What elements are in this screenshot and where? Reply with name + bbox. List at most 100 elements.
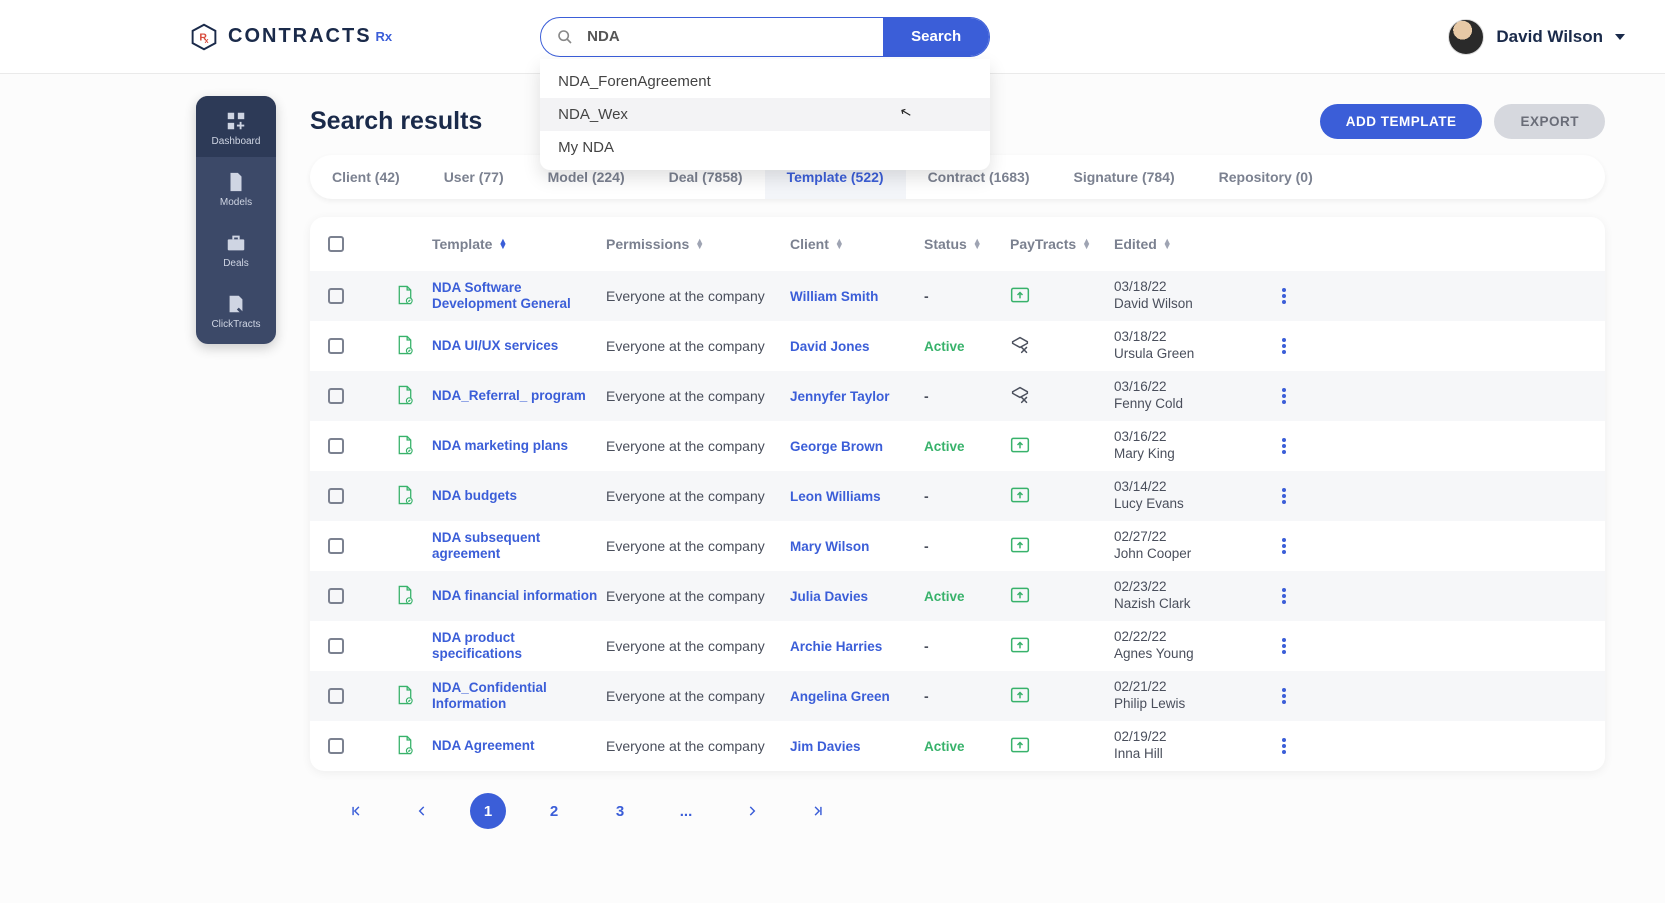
row-paytract — [1010, 286, 1110, 307]
select-all-checkbox[interactable] — [328, 236, 344, 252]
row-actions-menu[interactable] — [1258, 536, 1286, 556]
col-template[interactable]: Template▲▼ — [432, 236, 602, 252]
col-label: Permissions — [606, 236, 689, 252]
pager-page[interactable]: 1 — [470, 793, 506, 829]
template-link[interactable]: NDA subsequent agreement — [432, 530, 602, 562]
row-checkbox[interactable] — [328, 738, 344, 754]
pager-page[interactable]: 3 — [602, 793, 638, 829]
client-link[interactable]: Jim Davies — [790, 739, 920, 754]
row-edited: 03/14/22Lucy Evans — [1114, 479, 1254, 513]
col-client[interactable]: Client▲▼ — [790, 236, 920, 252]
brand-logo[interactable]: R x CONTRACTS Rx — [190, 23, 392, 51]
row-actions-menu[interactable] — [1258, 486, 1286, 506]
col-permissions[interactable]: Permissions▲▼ — [606, 236, 786, 252]
client-link[interactable]: Mary Wilson — [790, 539, 920, 554]
suggest-item[interactable]: NDA_Wex ↖ — [540, 98, 990, 131]
paytract-edit-icon — [1010, 386, 1030, 404]
row-checkbox[interactable] — [328, 488, 344, 504]
row-checkbox[interactable] — [328, 338, 344, 354]
sign-icon — [225, 293, 247, 315]
sidebar-item-dashboard[interactable]: Dashboard — [196, 96, 276, 157]
briefcase-icon — [225, 232, 247, 254]
template-link[interactable]: NDA_Referral_ program — [432, 388, 602, 404]
document-icon — [396, 735, 414, 755]
row-paytract — [1010, 686, 1110, 707]
top-bar: R x CONTRACTS Rx Search NDA_ForenAgreeme… — [0, 0, 1665, 74]
sidebar-item-models[interactable]: Models — [196, 157, 276, 218]
tab-repository[interactable]: Repository (0) — [1197, 155, 1335, 199]
search-suggest-dropdown: NDA_ForenAgreement NDA_Wex ↖ My NDA — [540, 59, 990, 170]
client-link[interactable]: George Brown — [790, 439, 920, 454]
sidebar-item-deals[interactable]: Deals — [196, 218, 276, 279]
sort-icon: ▲▼ — [1082, 239, 1091, 249]
row-checkbox[interactable] — [328, 588, 344, 604]
row-actions-menu[interactable] — [1258, 336, 1286, 356]
row-checkbox[interactable] — [328, 638, 344, 654]
row-actions-menu[interactable] — [1258, 636, 1286, 656]
search-button[interactable]: Search — [883, 18, 989, 56]
template-link[interactable]: NDA Agreement — [432, 738, 602, 754]
tab-signature[interactable]: Signature (784) — [1051, 155, 1196, 199]
row-actions-menu[interactable] — [1258, 686, 1286, 706]
pager-next[interactable] — [734, 793, 770, 829]
template-link[interactable]: NDA financial information — [432, 588, 602, 604]
table-row: NDA budgetsEveryone at the company Leon W… — [310, 471, 1605, 521]
client-link[interactable]: Angelina Green — [790, 689, 920, 704]
tab-client[interactable]: Client (42) — [310, 155, 422, 199]
search-input[interactable] — [581, 18, 883, 56]
client-link[interactable]: Leon Williams — [790, 489, 920, 504]
add-template-button[interactable]: ADD TEMPLATE — [1320, 104, 1483, 139]
row-actions-menu[interactable] — [1258, 736, 1286, 756]
suggest-item[interactable]: NDA_ForenAgreement — [540, 65, 990, 98]
pager-page[interactable]: 2 — [536, 793, 572, 829]
pager-more[interactable]: ... — [668, 793, 704, 829]
pager-prev[interactable] — [404, 793, 440, 829]
template-link[interactable]: NDA_Confidential Information — [432, 680, 602, 712]
results-table: Template▲▼ Permissions▲▼ Client▲▼ Status… — [310, 217, 1605, 771]
tab-user[interactable]: User (77) — [422, 155, 526, 199]
row-permissions: Everyone at the company — [606, 488, 786, 504]
col-status[interactable]: Status▲▼ — [924, 236, 1006, 252]
template-link[interactable]: NDA budgets — [432, 488, 602, 504]
row-actions-menu[interactable] — [1258, 286, 1286, 306]
paytract-upload-icon — [1010, 536, 1030, 554]
row-checkbox[interactable] — [328, 288, 344, 304]
document-icon — [396, 335, 414, 355]
template-link[interactable]: NDA UI/UX services — [432, 338, 602, 354]
document-icon — [396, 685, 414, 705]
client-link[interactable]: Jennyfer Taylor — [790, 389, 920, 404]
logo-hex-icon: R x — [190, 23, 218, 51]
template-link[interactable]: NDA Software Development General — [432, 280, 602, 312]
row-permissions: Everyone at the company — [606, 738, 786, 754]
suggest-item[interactable]: My NDA — [540, 131, 990, 164]
row-paytract — [1010, 636, 1110, 657]
row-status: - — [924, 488, 1006, 504]
document-icon — [396, 435, 414, 455]
row-permissions: Everyone at the company — [606, 438, 786, 454]
row-actions-menu[interactable] — [1258, 436, 1286, 456]
row-checkbox[interactable] — [328, 688, 344, 704]
template-link[interactable]: NDA product specifications — [432, 630, 602, 662]
pager-last[interactable] — [800, 793, 836, 829]
export-button[interactable]: EXPORT — [1494, 104, 1605, 139]
col-edited[interactable]: Edited▲▼ — [1114, 236, 1254, 252]
client-link[interactable]: Archie Harries — [790, 639, 920, 654]
document-icon — [396, 285, 414, 305]
template-link[interactable]: NDA marketing plans — [432, 438, 602, 454]
user-menu[interactable]: David Wilson — [1448, 19, 1625, 55]
row-actions-menu[interactable] — [1258, 386, 1286, 406]
row-checkbox[interactable] — [328, 538, 344, 554]
action-buttons: ADD TEMPLATE EXPORT — [1320, 104, 1605, 139]
row-edited: 02/27/22John Cooper — [1114, 529, 1254, 563]
row-checkbox[interactable] — [328, 388, 344, 404]
client-link[interactable]: David Jones — [790, 339, 920, 354]
client-link[interactable]: William Smith — [790, 289, 920, 304]
col-paytracts[interactable]: PayTracts▲▼ — [1010, 236, 1110, 252]
table-row: NDA subsequent agreementEveryone at the … — [310, 521, 1605, 571]
sidebar-item-clicktracts[interactable]: ClickTracts — [196, 279, 276, 340]
paytract-upload-icon — [1010, 436, 1030, 454]
row-actions-menu[interactable] — [1258, 586, 1286, 606]
client-link[interactable]: Julia Davies — [790, 589, 920, 604]
row-checkbox[interactable] — [328, 438, 344, 454]
pager-first[interactable] — [338, 793, 374, 829]
